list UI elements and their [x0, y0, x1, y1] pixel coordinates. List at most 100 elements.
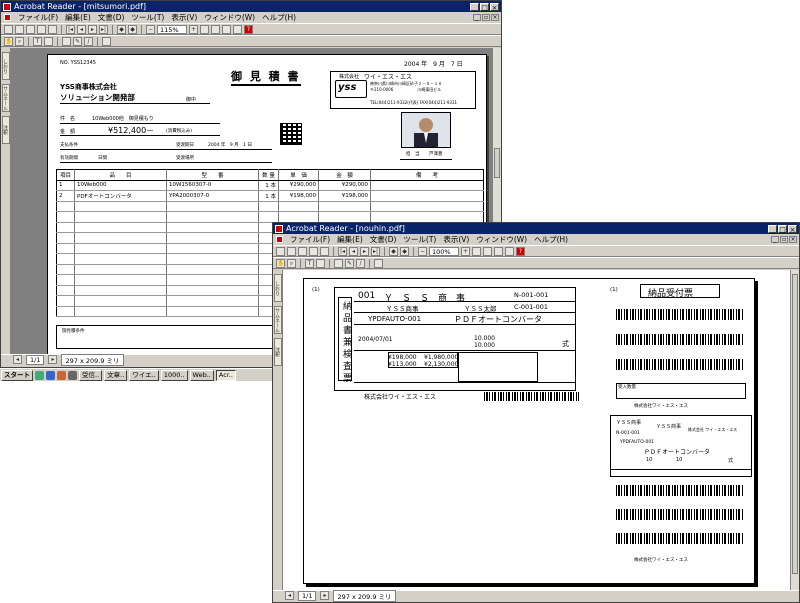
forward-icon[interactable]: ◆	[128, 24, 137, 34]
prev-page-icon[interactable]: ◂	[349, 246, 358, 256]
zoom-in-icon[interactable]: +	[189, 24, 198, 34]
mail-icon[interactable]	[57, 370, 66, 380]
help-icon[interactable]: ?	[516, 246, 525, 256]
prev-page-icon[interactable]: ◂	[77, 24, 86, 34]
task-inbox[interactable]: 受信..	[79, 369, 103, 381]
graphics-select-icon[interactable]	[44, 36, 53, 46]
menu-help[interactable]: ヘルプ(H)	[534, 234, 568, 245]
pencil-tool-icon[interactable]: ✎	[345, 258, 354, 268]
stamp-tool-icon[interactable]	[102, 36, 111, 46]
title-bar[interactable]: Acrobat Reader - [nouhin.pdf] _ □ ×	[273, 223, 799, 234]
print-icon[interactable]	[26, 24, 35, 34]
task-web[interactable]: Web..	[189, 369, 214, 381]
status-next-icon[interactable]: ▸	[320, 591, 330, 600]
search-icon[interactable]	[320, 246, 329, 256]
close-icon[interactable]: ×	[490, 2, 499, 12]
doc-minimize-icon[interactable]: _	[771, 236, 779, 243]
zoom-out-icon[interactable]: −	[146, 24, 155, 34]
document-viewer[interactable]: (1) 納品書兼検査票 001 Ｙ Ｓ Ｓ 商 事 N-001-001 ＹＳＳ商…	[283, 270, 791, 590]
vertical-scrollbar[interactable]	[790, 270, 799, 590]
maximize-icon[interactable]: □	[480, 2, 489, 12]
media-icon[interactable]	[68, 370, 77, 380]
thumbnails-tab[interactable]: サムネール	[274, 306, 282, 334]
menu-edit[interactable]: 編集(E)	[337, 234, 363, 245]
menu-window[interactable]: ウィンドウ(W)	[476, 234, 527, 245]
menu-file[interactable]: ファイル(F)	[290, 234, 330, 245]
next-page-icon[interactable]: ▸	[88, 24, 97, 34]
forward-icon[interactable]: ◆	[400, 246, 409, 256]
ie-icon[interactable]	[46, 370, 55, 380]
menu-document[interactable]: 文書(D)	[370, 234, 397, 245]
zoom-level[interactable]: 115%	[157, 24, 187, 34]
save-icon[interactable]	[287, 246, 296, 256]
status-first-icon[interactable]: ◂	[285, 591, 294, 600]
comments-tab[interactable]: 注釈	[2, 116, 10, 144]
title-bar[interactable]: Acrobat Reader - [mitsumori.pdf] _ □ ×	[1, 1, 501, 12]
first-page-icon[interactable]: |◂	[66, 24, 75, 34]
note-tool-icon[interactable]	[62, 36, 71, 46]
menu-edit[interactable]: 編集(E)	[65, 12, 91, 23]
doc-restore-icon[interactable]: ▫	[780, 236, 788, 243]
email-icon[interactable]	[37, 24, 46, 34]
text-select-icon[interactable]: T	[33, 36, 42, 46]
zoom-tool-icon[interactable]: ⌕	[15, 36, 24, 46]
print-icon[interactable]	[298, 246, 307, 256]
hand-tool-icon[interactable]: ✋	[276, 258, 285, 268]
zoom-out-icon[interactable]: −	[418, 246, 427, 256]
bookmarks-tab[interactable]: しおり	[2, 52, 10, 80]
search-icon[interactable]	[48, 24, 57, 34]
status-next-icon[interactable]: ▸	[48, 355, 58, 364]
actual-size-icon[interactable]	[472, 246, 481, 256]
page-indicator[interactable]: 1/1	[298, 590, 317, 601]
minimize-icon[interactable]: _	[768, 224, 777, 234]
close-icon[interactable]: ×	[788, 224, 797, 234]
page-indicator[interactable]: 1/1	[26, 354, 45, 365]
maximize-icon[interactable]: □	[778, 224, 787, 234]
last-page-icon[interactable]: ▸|	[99, 24, 108, 34]
menu-view[interactable]: 表示(V)	[443, 234, 469, 245]
menu-tools[interactable]: ツール(T)	[131, 12, 164, 23]
open-icon[interactable]	[4, 24, 13, 34]
hand-tool-icon[interactable]: ✋	[4, 36, 13, 46]
help-icon[interactable]: ?	[244, 24, 253, 34]
fit-page-icon[interactable]	[483, 246, 492, 256]
rotate-icon[interactable]	[505, 246, 514, 256]
zoom-level[interactable]: 100%	[429, 246, 459, 256]
next-page-icon[interactable]: ▸	[360, 246, 369, 256]
text-select-icon[interactable]: T	[305, 258, 314, 268]
status-first-icon[interactable]: ◂	[13, 355, 22, 364]
task-yss[interactable]: ワイエ..	[129, 369, 159, 381]
graphics-select-icon[interactable]	[316, 258, 325, 268]
task-acrobat[interactable]: Acr..	[215, 369, 236, 381]
stamp-tool-icon[interactable]	[374, 258, 383, 268]
fit-width-icon[interactable]	[494, 246, 503, 256]
menu-file[interactable]: ファイル(F)	[18, 12, 58, 23]
email-icon[interactable]	[309, 246, 318, 256]
back-icon[interactable]: ◆	[389, 246, 398, 256]
menu-view[interactable]: 表示(V)	[171, 12, 197, 23]
open-icon[interactable]	[276, 246, 285, 256]
zoom-tool-icon[interactable]: ⌕	[287, 258, 296, 268]
first-page-icon[interactable]: |◂	[338, 246, 347, 256]
line-tool-icon[interactable]: /	[356, 258, 365, 268]
zoom-in-icon[interactable]: +	[461, 246, 470, 256]
last-page-icon[interactable]: ▸|	[371, 246, 380, 256]
menu-document[interactable]: 文書(D)	[98, 12, 125, 23]
bookmarks-tab[interactable]: しおり	[274, 274, 282, 302]
doc-close-icon[interactable]: ×	[491, 14, 499, 21]
doc-minimize-icon[interactable]: _	[473, 14, 481, 21]
fit-width-icon[interactable]	[222, 24, 231, 34]
task-document[interactable]: 文章..	[104, 369, 128, 381]
desktop-icon[interactable]	[35, 370, 44, 380]
doc-close-icon[interactable]: ×	[789, 236, 797, 243]
pencil-tool-icon[interactable]: ✎	[73, 36, 82, 46]
thumbnails-tab[interactable]: サムネール	[2, 84, 10, 112]
fit-page-icon[interactable]	[211, 24, 220, 34]
menu-help[interactable]: ヘルプ(H)	[262, 12, 296, 23]
minimize-icon[interactable]: _	[470, 2, 479, 12]
menu-window[interactable]: ウィンドウ(W)	[204, 12, 255, 23]
doc-restore-icon[interactable]: ▫	[482, 14, 490, 21]
line-tool-icon[interactable]: /	[84, 36, 93, 46]
rotate-icon[interactable]	[233, 24, 242, 34]
task-1000[interactable]: 1000..	[160, 369, 188, 381]
